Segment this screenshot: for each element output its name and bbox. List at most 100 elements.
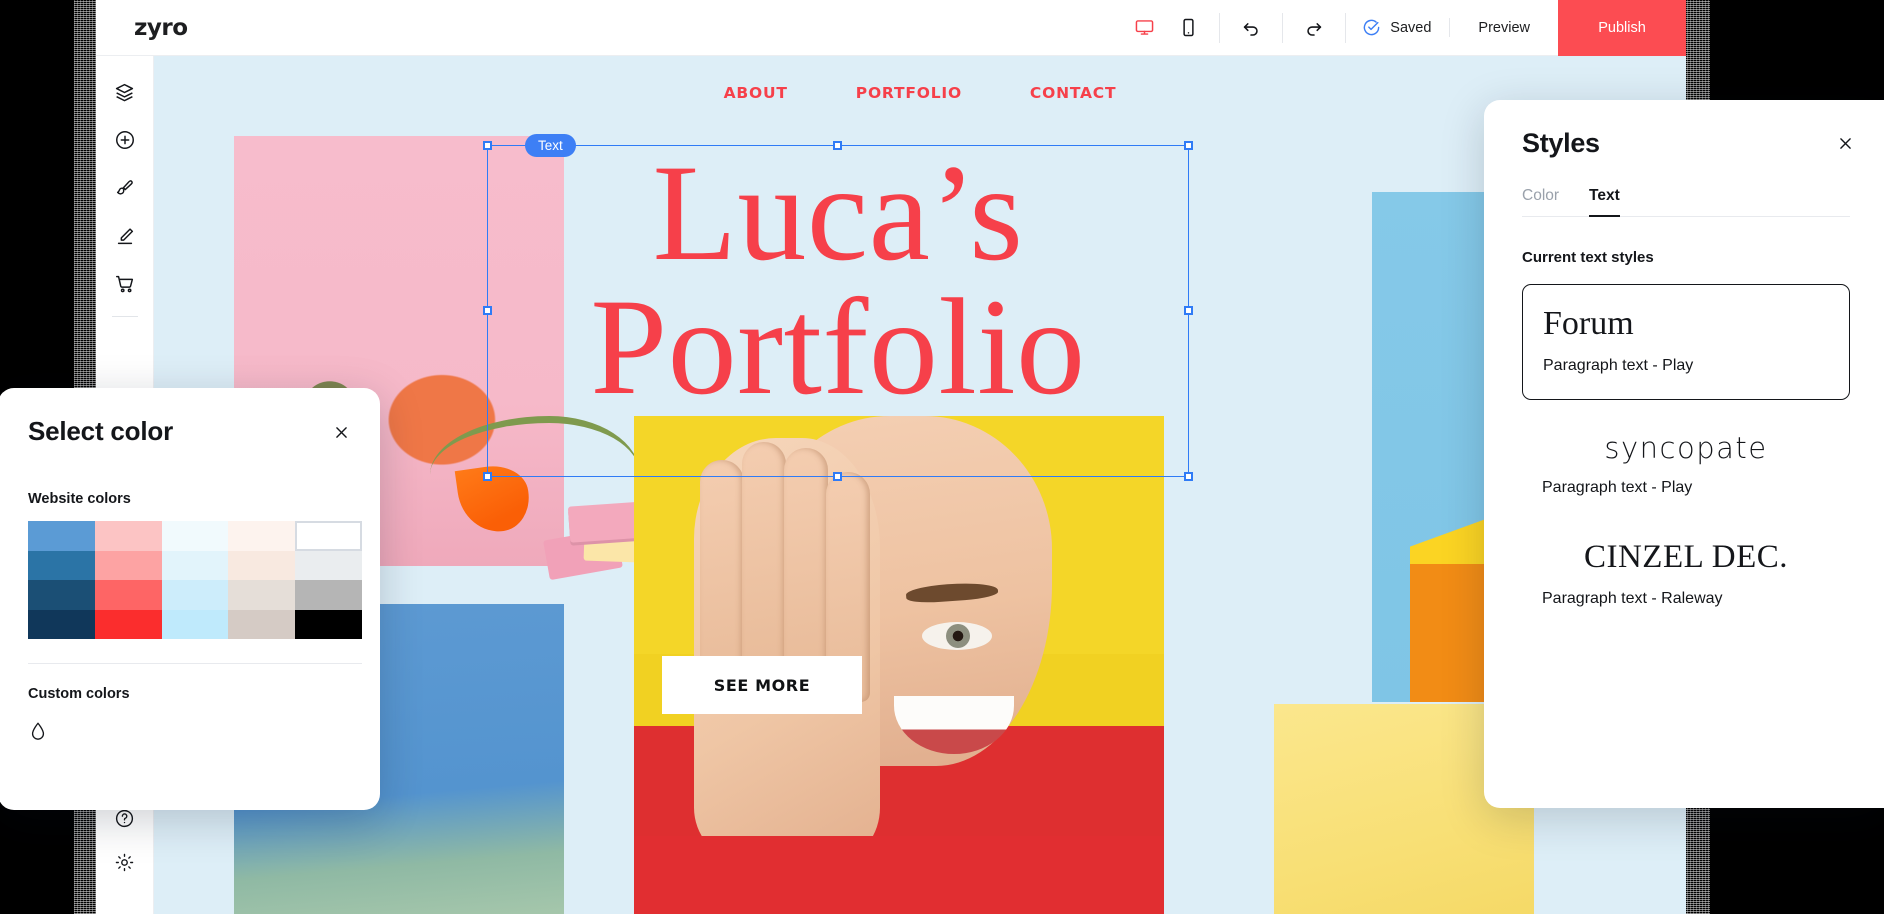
help-circle-icon — [115, 809, 134, 827]
add-circle-icon — [115, 131, 134, 149]
headline-text: Luca’s Portfolio — [590, 136, 1086, 423]
style-heading: syncopate — [1604, 431, 1768, 465]
styles-panel-tabs: Color Text — [1522, 187, 1850, 217]
tab-color[interactable]: Color — [1522, 187, 1559, 216]
hand-over-face-shape — [694, 438, 880, 858]
style-heading: Forum — [1543, 305, 1634, 342]
redo-group — [1283, 12, 1347, 43]
see-more-label: SEE MORE — [713, 675, 811, 695]
color-swatch[interactable] — [28, 580, 95, 610]
saved-status: Saved — [1346, 18, 1451, 37]
selection-handle-left[interactable] — [483, 306, 492, 315]
style-paragraph: Paragraph text - Play — [1542, 479, 1693, 496]
sidebar-item-settings[interactable] — [103, 840, 147, 884]
sidebar-item-store[interactable] — [103, 262, 147, 306]
headline-block[interactable]: Luca’s Portfolio — [488, 136, 1188, 476]
styles-panel-close-button[interactable] — [1834, 132, 1856, 154]
sidebar-item-styles[interactable] — [103, 166, 147, 210]
toolbar-right-group: Saved Preview Publish — [1113, 0, 1686, 56]
color-swatch[interactable] — [161, 550, 229, 580]
modal-divider — [28, 663, 362, 664]
nav-item-contact[interactable]: CONTACT — [1030, 84, 1116, 102]
saved-label: Saved — [1390, 19, 1432, 36]
color-swatch[interactable] — [228, 609, 296, 639]
redo-button[interactable] — [1299, 13, 1329, 43]
selection-handle-bottom-left[interactable] — [483, 472, 492, 481]
color-swatch[interactable] — [228, 580, 296, 610]
color-swatch[interactable] — [228, 521, 296, 551]
color-swatch[interactable] — [295, 580, 362, 610]
website-canvas[interactable]: ABOUT PORTFOLIO CONTACT SEE MORE Luca’s … — [154, 56, 1686, 914]
brush-icon — [116, 180, 133, 195]
color-drop-icon — [31, 722, 45, 740]
desktop-icon — [1135, 20, 1154, 35]
sweater-shape — [634, 836, 1164, 914]
style-heading: CINZEL DEC. — [1583, 539, 1789, 575]
add-custom-color-button[interactable] — [28, 720, 54, 746]
device-desktop-button[interactable] — [1129, 13, 1159, 43]
color-swatch[interactable] — [295, 609, 362, 639]
site-navigation: ABOUT PORTFOLIO CONTACT — [154, 84, 1686, 102]
preview-button[interactable]: Preview — [1450, 20, 1558, 36]
selection-handle-right[interactable] — [1184, 306, 1193, 315]
preview-label: Preview — [1478, 19, 1530, 36]
nav-item-about[interactable]: ABOUT — [724, 84, 788, 102]
text-style-card-forum[interactable]: Forum Paragraph text - Play — [1522, 284, 1850, 400]
iris-shape — [946, 624, 970, 648]
sidebar-item-layers[interactable] — [103, 70, 147, 114]
color-swatch[interactable] — [161, 521, 229, 551]
selection-handle-top-left[interactable] — [483, 141, 492, 150]
website-colors-grid — [28, 521, 362, 639]
select-color-dialog: Select color Website colors Custom color… — [0, 388, 380, 810]
app-window: ABOUT PORTFOLIO CONTACT SEE MORE Luca’s … — [0, 0, 1884, 914]
styles-panel: Styles Color Text Current text styles Fo… — [1484, 100, 1884, 808]
color-swatch[interactable] — [295, 550, 362, 580]
color-swatch[interactable] — [228, 550, 296, 580]
close-icon — [335, 426, 347, 438]
sidebar-item-add[interactable] — [103, 118, 147, 162]
select-color-title: Select color — [28, 416, 173, 446]
color-swatch[interactable] — [94, 609, 162, 639]
device-mobile-button[interactable] — [1173, 13, 1203, 43]
color-swatch[interactable] — [161, 609, 229, 639]
close-icon — [1839, 137, 1851, 149]
publish-button[interactable]: Publish — [1558, 0, 1686, 56]
website-colors-label: Website colors — [28, 491, 131, 507]
text-style-card-syncopate[interactable]: syncopate Paragraph text - Play — [1522, 406, 1850, 507]
selection-handle-top-center[interactable] — [833, 141, 842, 150]
color-swatch[interactable] — [94, 521, 162, 551]
nav-item-portfolio[interactable]: PORTFOLIO — [856, 84, 962, 102]
current-text-styles-label: Current text styles — [1522, 249, 1654, 266]
color-swatch[interactable] — [295, 521, 362, 551]
color-swatch[interactable] — [94, 550, 162, 580]
selection-type-badge[interactable]: Text — [525, 134, 576, 157]
color-swatch[interactable] — [28, 521, 95, 551]
publish-label: Publish — [1598, 19, 1646, 36]
undo-button[interactable] — [1236, 13, 1266, 43]
check-circle-icon — [1364, 19, 1380, 36]
custom-colors-label: Custom colors — [28, 686, 130, 702]
sidebar-item-blog[interactable] — [103, 214, 147, 258]
color-swatch[interactable] — [94, 580, 162, 610]
tab-text[interactable]: Text — [1589, 187, 1620, 217]
selection-handle-bottom-right[interactable] — [1184, 472, 1193, 481]
undo-group — [1220, 12, 1284, 43]
finger-shape — [742, 442, 786, 672]
selection-handle-top-right[interactable] — [1184, 141, 1193, 150]
shopping-cart-icon — [115, 275, 133, 293]
gear-icon — [115, 853, 134, 871]
redo-icon — [1307, 22, 1322, 36]
color-swatch[interactable] — [28, 550, 95, 580]
select-color-close-button[interactable] — [330, 421, 352, 443]
selection-handle-bottom-center[interactable] — [833, 472, 842, 481]
color-swatch[interactable] — [28, 609, 95, 639]
app-logo[interactable]: zyro — [134, 15, 188, 41]
layers-icon — [115, 83, 134, 101]
style-paragraph: Paragraph text - Raleway — [1542, 590, 1723, 607]
see-more-button[interactable]: SEE MORE — [662, 656, 862, 714]
pen-edit-icon — [117, 228, 133, 245]
style-paragraph: Paragraph text - Play — [1543, 357, 1694, 374]
text-style-card-cinzel[interactable]: CINZEL DEC. Paragraph text - Raleway — [1522, 513, 1850, 618]
finger-shape — [784, 448, 828, 678]
color-swatch[interactable] — [161, 580, 229, 610]
